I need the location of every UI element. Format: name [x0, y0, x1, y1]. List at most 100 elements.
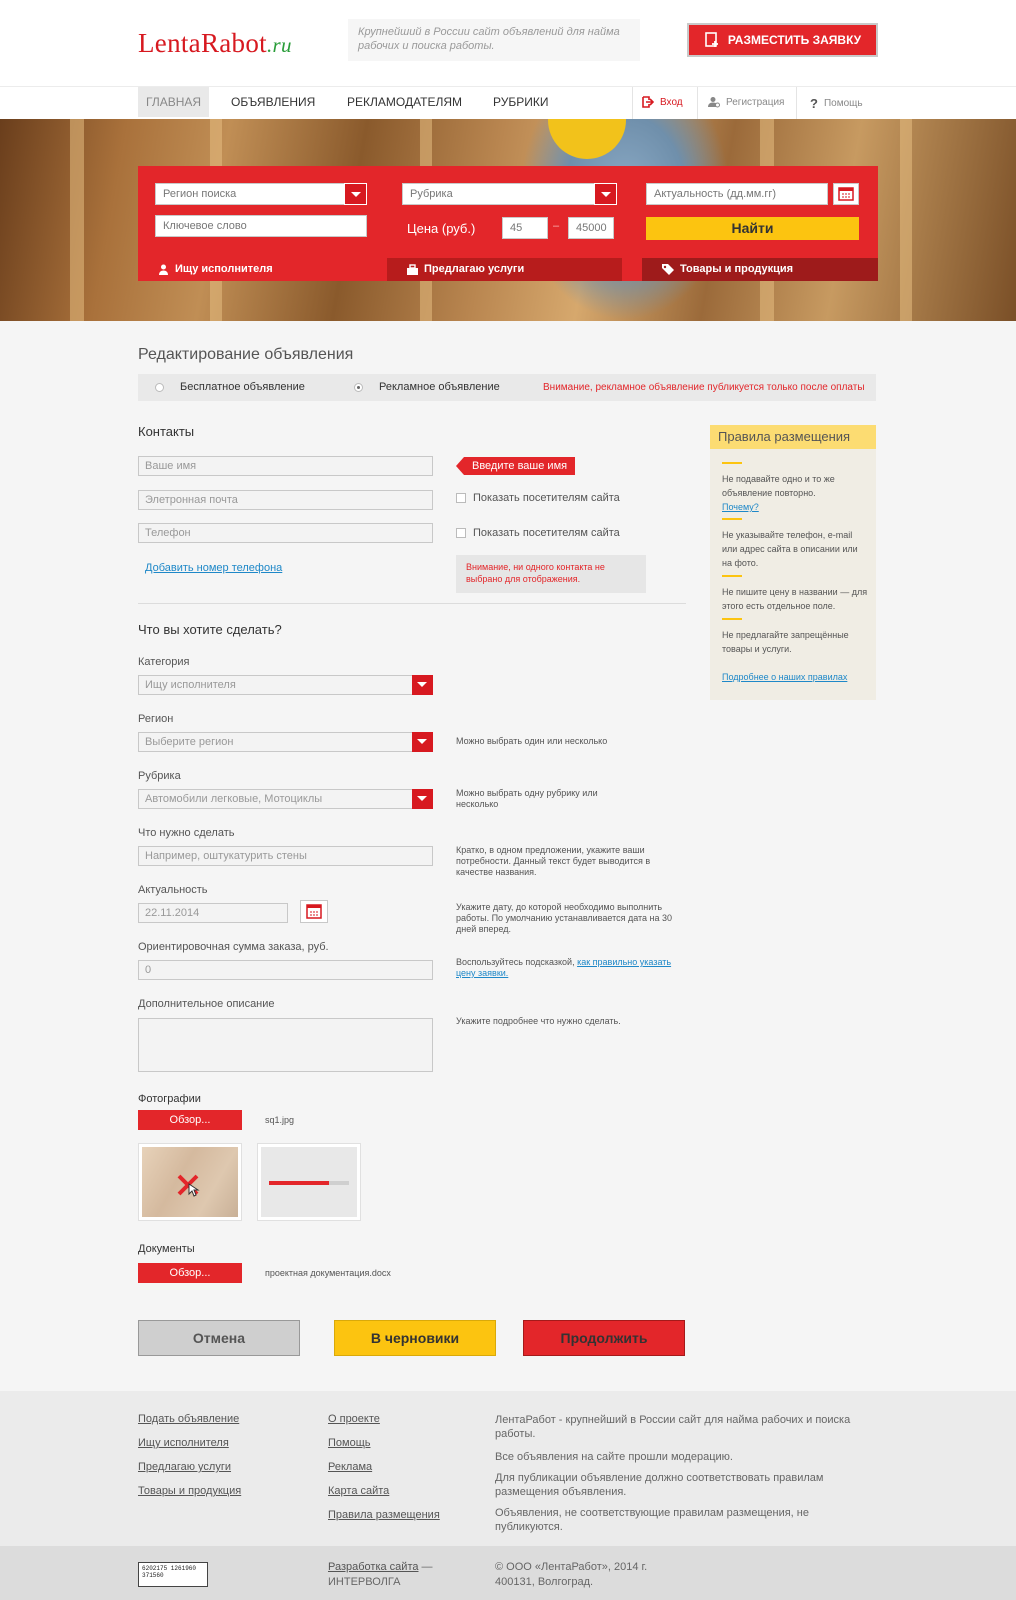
footer-link[interactable]: Карта сайта	[328, 1485, 389, 1497]
footer-link[interactable]: Подать объявление	[138, 1413, 239, 1425]
footer-link[interactable]: Ищу исполнителя	[138, 1437, 229, 1449]
why-link[interactable]: Почему?	[722, 502, 759, 512]
radio-free[interactable]	[155, 383, 164, 395]
main-nav: ГЛАВНАЯ ОБЪЯВЛЕНИЯ РЕКЛАМОДАТЕЛЯМ РУБРИК…	[0, 86, 1016, 119]
photos-label: Фотографии	[138, 1093, 201, 1105]
photo-browse-button[interactable]: Обзор...	[138, 1110, 242, 1130]
nav-home[interactable]: ГЛАВНАЯ	[138, 87, 210, 117]
cancel-button[interactable]: Отмена	[138, 1320, 300, 1356]
tab-seek-contractor[interactable]: Ищу исполнителя	[138, 258, 370, 281]
sum-input[interactable]: 0	[138, 960, 433, 980]
ad-type-selector: Бесплатное объявление Рекламное объявлен…	[138, 374, 876, 401]
footer-link[interactable]: Реклама	[328, 1461, 372, 1473]
continue-button[interactable]: Продолжить	[523, 1320, 685, 1356]
draft-button[interactable]: В черновики	[334, 1320, 496, 1356]
help-link[interactable]: ? Помощь	[810, 96, 863, 111]
nav-ads[interactable]: ОБЪЯВЛЕНИЯ	[223, 87, 323, 117]
counter-badge[interactable]: 6202175 1261960 371560	[138, 1562, 208, 1587]
region-select[interactable]: Выберите регион	[138, 732, 433, 752]
radio-paid-label[interactable]: Рекламное объявление	[379, 381, 500, 393]
wood-beam	[70, 119, 84, 321]
phone-input[interactable]: Телефон	[138, 523, 433, 543]
name-input[interactable]: Ваше имя	[138, 456, 433, 476]
task-input[interactable]: Например, оштукатурить стены	[138, 846, 433, 866]
footer-link[interactable]: О проекте	[328, 1413, 380, 1425]
price-to-input[interactable]: 45000	[568, 217, 614, 239]
search-keyword-input[interactable]: Ключевое слово	[155, 215, 367, 237]
search-rubric-select[interactable]: Рубрика	[402, 183, 617, 205]
footer-about: ЛентаРабот - крупнейший в России сайт дл…	[495, 1414, 851, 1440]
footer-link[interactable]: Помощь	[328, 1437, 371, 1449]
nav-rubrics[interactable]: РУБРИКИ	[485, 87, 556, 117]
tab-offer-services[interactable]: Предлагаю услуги	[387, 258, 622, 281]
upload-progress-fill	[269, 1181, 329, 1185]
tab-goods[interactable]: Товары и продукция	[642, 258, 878, 281]
delete-icon[interactable]	[175, 1172, 203, 1200]
price-separator: –	[553, 220, 560, 232]
sum-label: Ориентировочная сумма заказа, руб.	[138, 941, 329, 953]
task-label: Что нужно сделать	[138, 827, 235, 839]
footer-about: Для публикации объявление должно соответ…	[495, 1472, 824, 1498]
add-phone-link[interactable]: Добавить номер телефона	[145, 562, 282, 574]
rules-more-link[interactable]: Подробнее о наших правилах	[722, 672, 847, 682]
login-link[interactable]: Вход	[642, 96, 683, 108]
add-document-icon	[705, 32, 718, 47]
radio-free-label[interactable]: Бесплатное объявление	[180, 381, 305, 393]
upload-thumbnail	[257, 1143, 361, 1221]
region-hint: Можно выбрать один или несколько	[456, 736, 608, 746]
region-label: Регион	[138, 713, 174, 725]
chevron-down-icon	[594, 183, 617, 205]
chevron-down-icon	[412, 732, 433, 752]
date-input[interactable]: 22.11.2014	[138, 903, 288, 923]
description-textarea[interactable]	[138, 1018, 433, 1072]
register-link[interactable]: Регистрация	[708, 96, 784, 108]
checkbox-box[interactable]	[456, 493, 466, 503]
doc-filename: проектная документация.docx	[265, 1268, 391, 1278]
chevron-down-icon	[412, 789, 433, 809]
footer-link[interactable]: Правила размещения	[328, 1509, 440, 1521]
site-header: LentaRabot.ru Крупнейший в России сайт о…	[0, 0, 1016, 86]
nav-divider	[796, 87, 797, 119]
developer-link[interactable]: Разработка сайта	[328, 1561, 418, 1573]
email-input[interactable]: Элетронная почта	[138, 490, 433, 510]
doc-browse-button[interactable]: Обзор...	[138, 1263, 242, 1283]
site-logo[interactable]: LentaRabot.ru	[138, 28, 292, 59]
description-label: Дополнительное описание	[138, 998, 275, 1010]
section-divider	[138, 603, 686, 604]
page-title: Редактирование объявления	[138, 346, 354, 363]
rubric-select[interactable]: Автомобили легковые, Мотоциклы	[138, 789, 433, 809]
date-hint: Укажите дату, до которой необходимо выпо…	[456, 902, 673, 934]
calendar-icon[interactable]	[833, 183, 859, 205]
paid-notice: Внимание, рекламное объявление публикует…	[543, 382, 865, 393]
checkbox-box[interactable]	[456, 528, 466, 538]
radio-paid[interactable]	[354, 383, 363, 395]
search-region-select[interactable]: Регион поиска	[155, 183, 367, 205]
show-phone-checkbox[interactable]: Показать посетителям сайта	[456, 527, 620, 539]
tag-icon	[662, 264, 674, 275]
rule-item: Не пишите цену в названии — для этого ес…	[722, 575, 868, 611]
search-panel: Регион поиска Ключевое слово Рубрика Цен…	[138, 166, 878, 281]
date-calendar-icon[interactable]	[300, 900, 328, 923]
footer-about: Объявления, не соответствующие правилам …	[495, 1507, 809, 1533]
footer-link[interactable]: Предлагаю услуги	[138, 1461, 231, 1473]
price-from-input[interactable]: 45	[502, 217, 548, 239]
footer-link[interactable]: Товары и продукция	[138, 1485, 241, 1497]
footer-about: Все объявления на сайте прошли модерацию…	[495, 1451, 733, 1463]
post-ad-button[interactable]: РАЗМЕСТИТЬ ЗАЯВКУ	[687, 23, 878, 57]
rubric-label: Рубрика	[138, 770, 181, 782]
developer-credit: Разработка сайта — ИНТЕРВОЛГА	[328, 1561, 433, 1588]
rule-item: Не указывайте телефон, e-mail или адрес …	[722, 518, 868, 570]
post-ad-label: РАЗМЕСТИТЬ ЗАЯВКУ	[727, 33, 862, 47]
find-button[interactable]: Найти	[646, 217, 859, 240]
contact-warning: Внимание, ни одного контакта не выбрано …	[456, 555, 646, 593]
rule-item: Не предлагайте запрещённые товары и услу…	[722, 618, 868, 656]
upload-progress-track	[269, 1181, 349, 1185]
nav-advertisers[interactable]: РЕКЛАМОДАТЕЛЯМ	[339, 87, 470, 117]
contacts-heading: Контакты	[138, 424, 195, 439]
toolbox-icon	[407, 264, 418, 275]
rubric-hint: Можно выбрать одну рубрику или несколько	[456, 788, 598, 809]
search-date-input[interactable]: Актуальность (дд.мм.гг)	[646, 183, 828, 205]
show-email-checkbox[interactable]: Показать посетителям сайта	[456, 492, 620, 504]
category-select[interactable]: Ищу исполнителя	[138, 675, 433, 695]
task-hint: Кратко, в одном предложении, укажите ваш…	[456, 845, 651, 877]
